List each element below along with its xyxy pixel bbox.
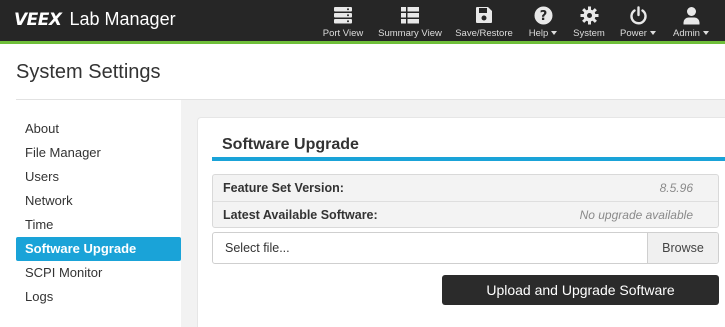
nav-power[interactable]: Power xyxy=(617,5,659,41)
nav-label: Port View xyxy=(322,28,364,39)
upload-upgrade-button[interactable]: Upload and Upgrade Software xyxy=(442,275,719,305)
info-label: Latest Available Software: xyxy=(223,207,378,222)
nav-label: Summary View xyxy=(378,28,442,39)
section-title: Software Upgrade xyxy=(222,136,359,153)
browse-button[interactable]: Browse xyxy=(647,233,718,263)
app-title: Lab Manager xyxy=(69,9,176,29)
info-label: Feature Set Version: xyxy=(223,181,344,195)
page-header: System Settings xyxy=(0,47,725,99)
brand[interactable]: VEEX Lab Manager xyxy=(14,9,176,30)
sidebar-item-logs[interactable]: Logs xyxy=(16,285,181,309)
chevron-down-icon xyxy=(649,31,656,36)
user-icon xyxy=(682,5,701,25)
section-title-underline xyxy=(212,157,725,161)
nav-label-text: Power xyxy=(620,28,647,39)
version-info-table: Feature Set Version: 8.5.96 Latest Avail… xyxy=(212,174,719,228)
latest-software-value: No upgrade available xyxy=(579,207,693,222)
info-row-latest-software: Latest Available Software: No upgrade av… xyxy=(213,201,718,227)
nav-system[interactable]: System xyxy=(572,5,606,41)
server-icon xyxy=(333,5,353,25)
nav-summary-view[interactable]: Summary View xyxy=(378,5,442,41)
sidebar-item-time[interactable]: Time xyxy=(16,213,181,237)
grid-icon xyxy=(400,5,420,25)
file-picker: Select file... Browse xyxy=(212,232,719,264)
nav-label: System xyxy=(573,28,605,39)
nav-label-text: Admin xyxy=(673,28,700,39)
sidebar-item-software-upgrade[interactable]: Software Upgrade xyxy=(16,237,181,261)
sidebar-item-file-manager[interactable]: File Manager xyxy=(16,141,181,165)
nav-label-text: Help xyxy=(528,28,549,39)
page-title: System Settings xyxy=(16,61,161,83)
nav-port-view[interactable]: Port View xyxy=(322,5,364,41)
chevron-down-icon xyxy=(702,31,709,36)
sidebar-item-users[interactable]: Users xyxy=(16,165,181,189)
nav-help[interactable]: ? Help xyxy=(527,5,559,41)
power-icon xyxy=(629,5,648,25)
chevron-down-icon xyxy=(551,31,558,36)
veex-logo: VEEX xyxy=(14,9,62,30)
feature-set-version-value: 8.5.96 xyxy=(659,181,693,195)
top-navbar: VEEX Lab Manager Port View Summary View … xyxy=(0,0,725,44)
sidebar-item-network[interactable]: Network xyxy=(16,189,181,213)
settings-sidebar: About File Manager Users Network Time So… xyxy=(16,117,181,309)
nav-label: Save/Restore xyxy=(455,28,513,39)
floppy-disk-icon xyxy=(475,5,493,25)
help-circle-icon: ? xyxy=(534,5,553,25)
nav-label: Admin xyxy=(673,28,709,39)
sidebar-item-scpi-monitor[interactable]: SCPI Monitor xyxy=(16,261,181,285)
nav-label: Power xyxy=(620,28,656,39)
gear-icon xyxy=(580,5,599,25)
nav-label: Help xyxy=(529,28,558,39)
file-select-input[interactable]: Select file... xyxy=(213,233,647,263)
sidebar-item-about[interactable]: About xyxy=(16,117,181,141)
nav-save-restore[interactable]: Save/Restore xyxy=(455,5,513,41)
nav-admin[interactable]: Admin xyxy=(670,5,712,41)
svg-text:?: ? xyxy=(539,9,547,24)
info-row-feature-set: Feature Set Version: 8.5.96 xyxy=(213,175,718,201)
